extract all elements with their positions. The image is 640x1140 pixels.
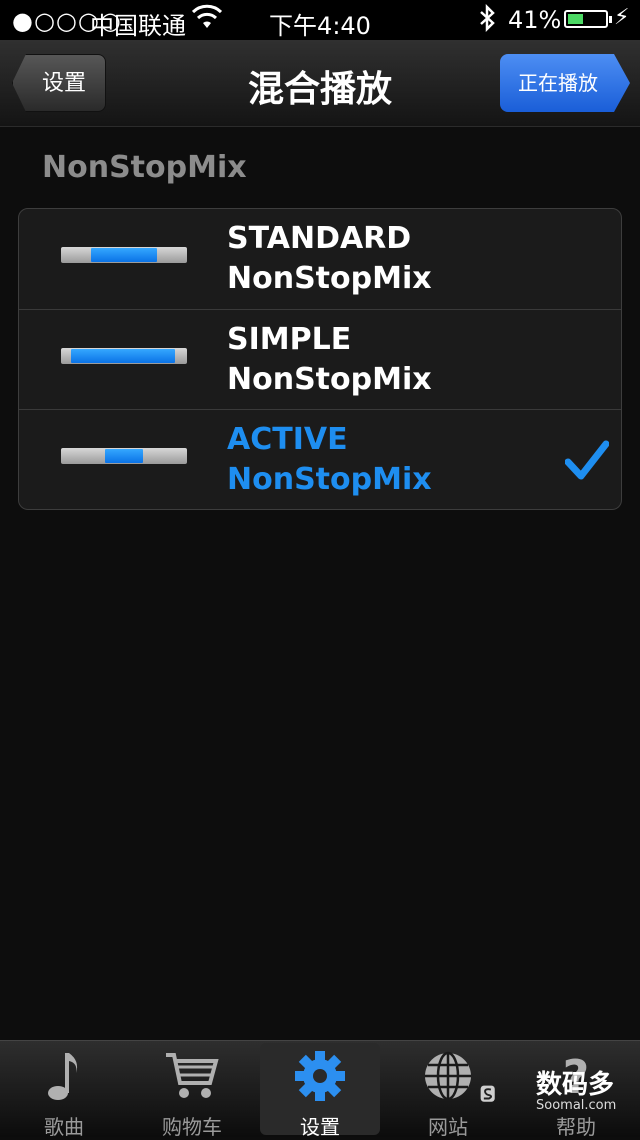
active-mix-icon bbox=[61, 448, 187, 464]
section-header: NonStopMix bbox=[42, 150, 247, 185]
tab-settings[interactable]: 设置 bbox=[260, 1043, 380, 1139]
status-bar: ●○○○○ 中国联通 下午4:40 41% ⚡ bbox=[0, 0, 640, 40]
watermark-subtext: Soomal.com bbox=[536, 1098, 617, 1113]
now-playing-button[interactable]: 正在播放 bbox=[500, 54, 630, 112]
mix-options-group: STANDARD NonStopMix SIMPLE NonStopMix AC… bbox=[18, 208, 622, 510]
option-simple[interactable]: SIMPLE NonStopMix bbox=[19, 309, 621, 409]
navigation-bar: 设置 混合播放 正在播放 bbox=[0, 40, 640, 127]
globe-icon bbox=[425, 1051, 471, 1101]
tab-songs[interactable]: 歌曲 bbox=[4, 1043, 124, 1139]
option-subtitle: NonStopMix bbox=[227, 362, 432, 397]
simple-mix-icon bbox=[61, 348, 187, 364]
option-standard[interactable]: STANDARD NonStopMix bbox=[19, 209, 621, 309]
soomal-watermark-logo bbox=[480, 1085, 495, 1102]
battery-percent: 41% bbox=[508, 6, 562, 34]
bluetooth-icon bbox=[478, 3, 498, 38]
tab-cart[interactable]: 购物车 bbox=[132, 1043, 252, 1139]
option-title: SIMPLE bbox=[227, 322, 352, 357]
gear-icon bbox=[295, 1051, 345, 1101]
charging-icon: ⚡ bbox=[614, 5, 630, 30]
option-title: ACTIVE bbox=[227, 422, 348, 457]
cart-icon bbox=[166, 1053, 219, 1098]
battery-icon bbox=[564, 10, 612, 28]
option-subtitle: NonStopMix bbox=[227, 261, 432, 296]
music-note-icon bbox=[48, 1053, 78, 1100]
checkmark-icon bbox=[565, 440, 609, 480]
option-title: STANDARD bbox=[227, 221, 412, 256]
option-subtitle: NonStopMix bbox=[227, 462, 432, 497]
watermark-text: 数码多 bbox=[536, 1070, 615, 1100]
option-active[interactable]: ACTIVE NonStopMix bbox=[19, 409, 621, 509]
standard-mix-icon bbox=[61, 247, 187, 263]
